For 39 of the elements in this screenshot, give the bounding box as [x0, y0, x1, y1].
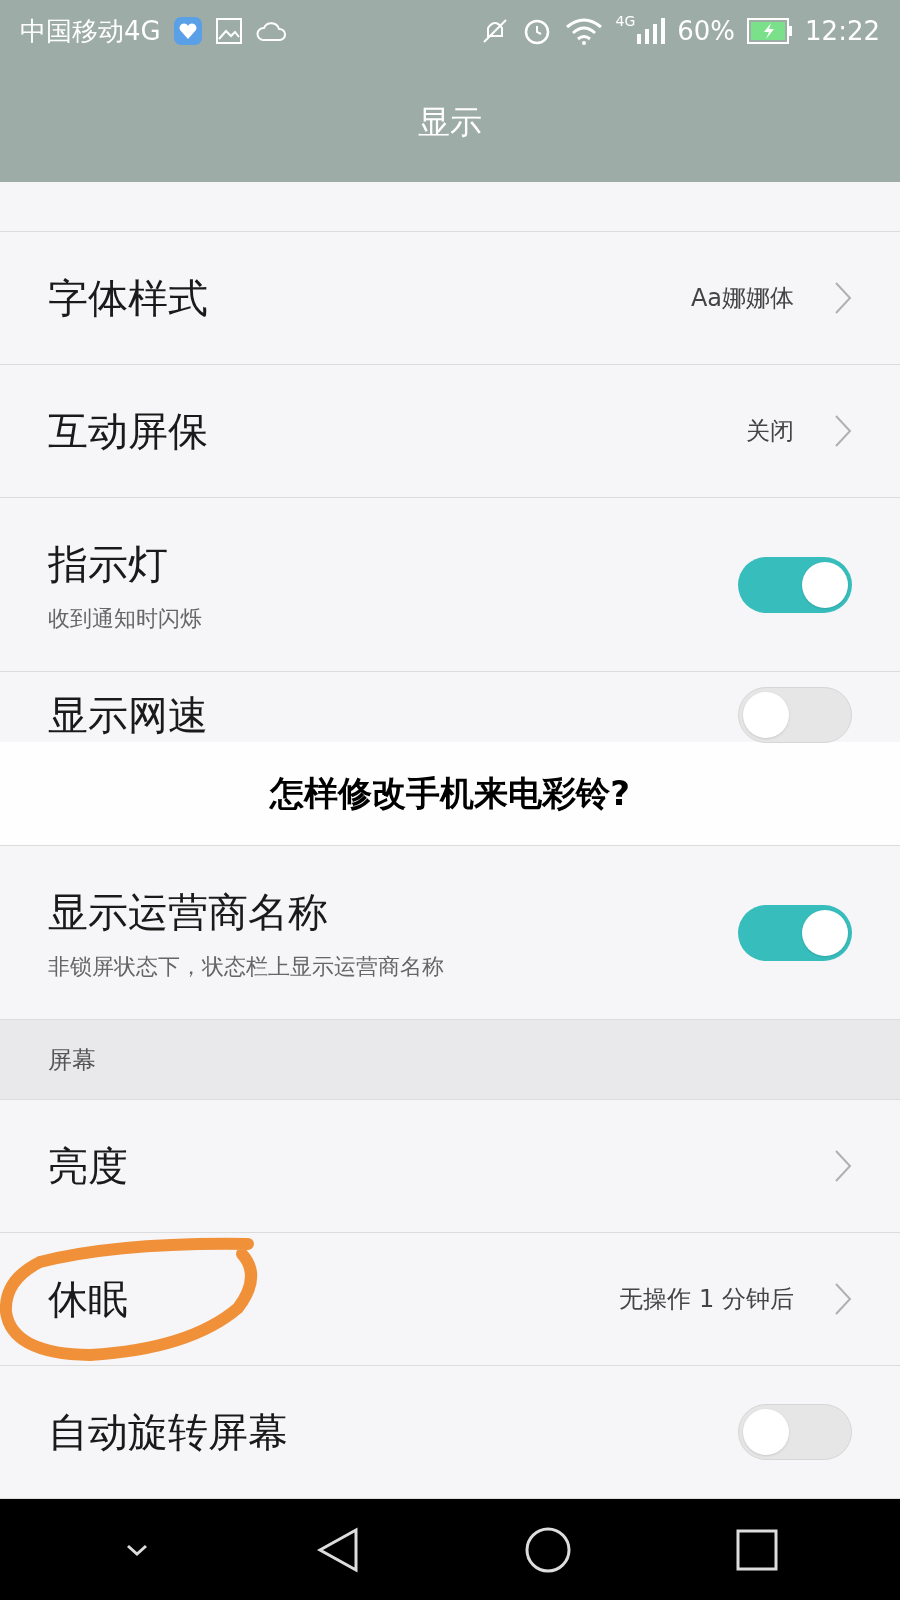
chevron-right-icon — [834, 281, 852, 315]
row-title: 休眠 — [48, 1275, 129, 1324]
row-title: 自动旋转屏幕 — [48, 1408, 289, 1457]
chevron-right-icon — [834, 414, 852, 448]
settings-row[interactable]: 休眠 无操作 1 分钟后 — [0, 1233, 900, 1366]
row-title: 指示灯 — [48, 540, 169, 589]
row-title: 显示网速 — [48, 691, 209, 740]
row-subtitle: 收到通知时闪烁 — [48, 605, 203, 633]
row-value: Aa娜娜体 — [690, 283, 794, 314]
row-title: 互动屏保 — [48, 407, 209, 456]
chevron-right-icon — [834, 1282, 852, 1316]
battery-percent: 60% — [677, 14, 736, 48]
wifi-icon — [563, 16, 604, 46]
chevron-right-icon — [834, 1149, 852, 1183]
page-title: 显示 — [418, 102, 482, 143]
section-title: 屏幕 — [48, 1044, 96, 1076]
signal-icon — [635, 16, 666, 46]
row-title: 显示运营商名称 — [48, 888, 329, 937]
toggle-switch[interactable] — [738, 687, 852, 743]
settings-row[interactable]: 显示网速 — [0, 672, 900, 742]
row-value: 无操作 1 分钟后 — [619, 1284, 794, 1315]
settings-row[interactable]: 互动屏保 关闭 — [0, 365, 900, 498]
clock-time: 12:22 — [805, 14, 880, 48]
battery-icon — [747, 18, 794, 44]
image-icon — [214, 17, 243, 45]
network-type: 4G — [615, 11, 636, 31]
row-value: 关闭 — [746, 416, 794, 447]
row-title: 字体样式 — [48, 274, 209, 323]
home-icon[interactable] — [524, 1525, 572, 1574]
row-title: 亮度 — [48, 1142, 129, 1191]
back-icon[interactable] — [316, 1525, 360, 1574]
row-subtitle: 非锁屏状态下，状态栏上显示运营商名称 — [48, 953, 445, 981]
banner-title: 怎样修改手机来电彩铃? — [270, 772, 630, 815]
settings-row[interactable]: 指示灯 收到通知时闪烁 — [0, 498, 900, 672]
toggle-switch[interactable] — [738, 1404, 852, 1460]
settings-row[interactable]: 字体样式 Aa娜娜体 — [0, 232, 900, 365]
settings-row[interactable]: 亮度 — [0, 1100, 900, 1233]
recent-apps-icon[interactable] — [736, 1528, 778, 1571]
carrier-name: 中国移动4G — [20, 14, 161, 48]
